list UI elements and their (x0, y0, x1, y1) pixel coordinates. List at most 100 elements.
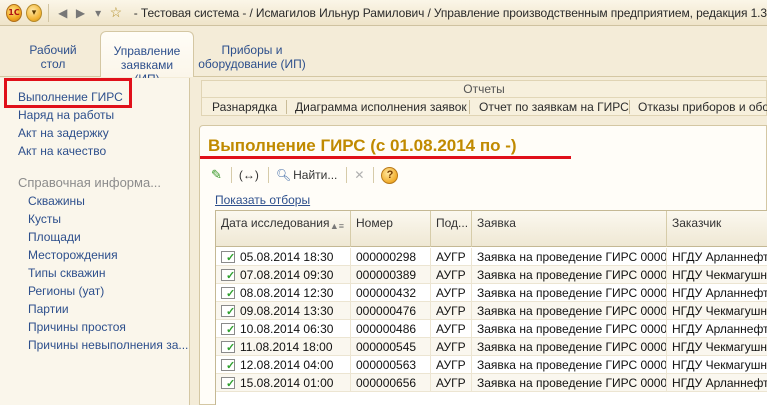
cell-sub: АУГР (431, 374, 472, 392)
nav-item-downtime-reasons[interactable]: Причины простоя (28, 320, 126, 334)
table-row[interactable]: 10.08.2014 06:30 000000486 АУГР Заявка на п… (216, 320, 767, 338)
cell-text: 000000486 (356, 322, 417, 336)
edit-pencil-icon[interactable]: ✎ (208, 165, 225, 185)
nav-item-regions[interactable]: Регионы (уат) (28, 284, 104, 298)
column-header-request[interactable]: Заявка (472, 211, 667, 247)
show-filters-link[interactable]: Показать отборы (215, 193, 310, 207)
cell-sub: АУГР (431, 338, 472, 356)
cell-request: Заявка на проведение ГИРС 00000... (472, 356, 667, 374)
column-header-label: Под... (436, 216, 469, 230)
nav-item-well-types[interactable]: Типы скважин (28, 266, 105, 280)
cell-text: АУГР (436, 358, 466, 372)
back-arrow-icon[interactable]: ◀ (55, 4, 71, 22)
column-header-number[interactable]: Номер (351, 211, 431, 247)
cell-number: 000000656 (351, 374, 431, 392)
cell-number: 000000432 (351, 284, 431, 302)
cell-customer: НГДУ Арланнефть (667, 320, 767, 338)
table-row[interactable]: 11.08.2014 18:00 000000545 АУГР Заявка на п… (216, 338, 767, 356)
cell-text: АУГР (436, 304, 466, 318)
table-row[interactable]: 05.08.2014 18:30 000000298 АУГР Заявка на п… (216, 248, 767, 266)
cell-text: 000000563 (356, 358, 417, 372)
table-row[interactable]: 08.08.2014 12:30 000000432 АУГР Заявка на п… (216, 284, 767, 302)
cell-text: 15.08.2014 01:00 (240, 376, 334, 390)
nav-item-wells[interactable]: Скважины (28, 194, 85, 208)
report-link-request-diagram[interactable]: Диаграмма исполнения заявок (295, 100, 467, 114)
section-request-management[interactable]: Управление заявками (ИП) (100, 31, 194, 86)
column-header-label: Заказчик (672, 216, 722, 230)
cell-text: АУГР (436, 376, 466, 390)
cell-date: 11.08.2014 18:00 (216, 338, 351, 356)
nav-item-fields[interactable]: Месторождения (28, 248, 118, 262)
find-button[interactable]: 🔍︎ Найти... (273, 165, 340, 185)
cell-customer: НГДУ Арланнефть (667, 284, 767, 302)
cell-request: Заявка на проведение ГИРС 00000... (472, 374, 667, 392)
cell-text: Заявка на проведение ГИРС 00000... (477, 376, 667, 390)
cell-number: 000000298 (351, 248, 431, 266)
cell-text: Заявка на проведение ГИРС 00000... (477, 250, 667, 264)
nav-item-clusters[interactable]: Кусты (28, 212, 61, 226)
column-header-date[interactable]: Дата исследования ▲≡ (216, 211, 351, 247)
cell-sub: АУГР (431, 320, 472, 338)
section-desktop[interactable]: Рабочий стол (14, 31, 92, 77)
cell-text: Заявка на проведение ГИРС 00000... (477, 358, 667, 372)
table-row[interactable]: 15.08.2014 01:00 000000656 АУГР Заявка на п… (216, 374, 767, 392)
column-header-subdivision[interactable]: Под... (431, 211, 472, 247)
table-row[interactable]: 09.08.2014 13:30 000000476 АУГР Заявка на п… (216, 302, 767, 320)
history-dropdown-icon[interactable]: ▾ (90, 4, 106, 22)
app-logo-icon[interactable]: 1С (6, 3, 22, 22)
main-menu-icon[interactable]: ▾ (25, 3, 42, 22)
report-link-girs-requests[interactable]: Отчет по заявкам на ГИРС (479, 100, 629, 114)
interval-arrows-icon[interactable]: (↔) (236, 165, 262, 185)
cell-text: 000000298 (356, 250, 417, 264)
nav-item-girs-execution[interactable]: Выполнение ГИРС (18, 90, 123, 104)
toolbar-separator (267, 167, 269, 183)
cell-text: АУГР (436, 340, 466, 354)
cell-date: 12.08.2014 04:00 (216, 356, 351, 374)
nav-item-quality-act[interactable]: Акт на качество (18, 144, 106, 158)
cell-text: 000000656 (356, 376, 417, 390)
cell-request: Заявка на проведение ГИРС 00000... (472, 266, 667, 284)
cell-text: АУГР (436, 286, 466, 300)
cell-text: НГДУ Чекмагушнефть (672, 268, 767, 282)
report-separator (286, 100, 287, 114)
cell-text: НГДУ Чекмагушнефть (672, 340, 767, 354)
nav-item-areas[interactable]: Площади (28, 230, 81, 244)
cell-request: Заявка на проведение ГИРС 00000... (472, 248, 667, 266)
cell-request: Заявка на проведение ГИРС 00000... (472, 320, 667, 338)
cell-customer: НГДУ Чекмагушнефть (667, 302, 767, 320)
help-button[interactable]: ? (378, 165, 401, 185)
posted-document-icon (221, 377, 235, 390)
column-header-customer[interactable]: Заказчик (667, 211, 767, 247)
forward-arrow-icon[interactable]: ▶ (73, 4, 89, 22)
toolbar-separator (230, 167, 232, 183)
cell-text: 000000476 (356, 304, 417, 318)
table-row[interactable]: 12.08.2014 04:00 000000563 АУГР Заявка на п… (216, 356, 767, 374)
cell-date: 08.08.2014 12:30 (216, 284, 351, 302)
nav-item-delay-act[interactable]: Акт на задержку (18, 126, 109, 140)
cell-customer: НГДУ Арланнефть (667, 248, 767, 266)
section-devices-equipment[interactable]: Приборы и оборудование (ИП) (198, 31, 306, 77)
cell-request: Заявка на проведение ГИРС 00000... (472, 338, 667, 356)
cell-customer: НГДУ Арланнефть (667, 374, 767, 392)
cell-date: 07.08.2014 09:30 (216, 266, 351, 284)
posted-document-icon (221, 323, 235, 336)
reports-divider (202, 97, 766, 98)
cell-text: 08.08.2014 12:30 (240, 286, 334, 300)
report-link-dispatch[interactable]: Разнарядка (212, 100, 277, 114)
nav-item-parties[interactable]: Партии (28, 302, 69, 316)
nav-item-nonfulfillment-reasons[interactable]: Причины невыполнения за... (28, 338, 188, 352)
cell-text: НГДУ Арланнефть (672, 250, 767, 264)
nav-item-work-order[interactable]: Наряд на работы (18, 108, 114, 122)
cell-text: НГДУ Чекмагушнефть (672, 304, 767, 318)
table-row[interactable]: 07.08.2014 09:30 000000389 АУГР Заявка на п… (216, 266, 767, 284)
cell-customer: НГДУ Чекмагушнефть (667, 266, 767, 284)
posted-document-icon (221, 341, 235, 354)
cancel-search-icon[interactable]: ✕ (351, 165, 367, 185)
cell-date: 15.08.2014 01:00 (216, 374, 351, 392)
cell-text: Заявка на проведение ГИРС 00000... (477, 304, 667, 318)
reports-title: Отчеты (463, 82, 505, 96)
posted-document-icon (221, 251, 235, 264)
favorites-star-icon[interactable]: ☆ (108, 4, 124, 22)
cell-text: НГДУ Арланнефть (672, 286, 767, 300)
report-link-device-failures[interactable]: Отказы приборов и обору (638, 100, 767, 114)
